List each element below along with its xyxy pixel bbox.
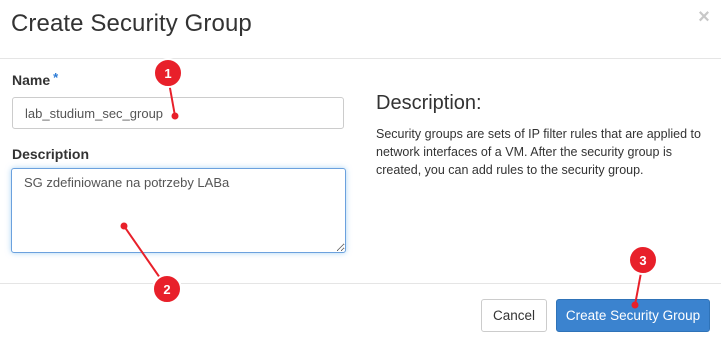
help-text: Security groups are sets of IP filter ru… [376, 127, 701, 177]
help-heading: Description: [376, 92, 482, 114]
description-textarea[interactable]: SG zdefiniowane na potrzeby LABa [11, 168, 346, 253]
description-label: Description [12, 146, 90, 162]
name-input[interactable] [12, 97, 344, 129]
close-icon[interactable]: × [694, 6, 714, 28]
annotation-1-label: 1 [164, 66, 171, 81]
create-security-group-button[interactable]: Create Security Group [556, 299, 710, 332]
name-label-text: Name [12, 72, 51, 88]
cancel-button[interactable]: Cancel [481, 299, 547, 332]
required-marker: * [53, 70, 59, 85]
footer-divider [0, 283, 721, 284]
annotation-2-label: 2 [163, 282, 170, 297]
annotation-3-label: 3 [639, 253, 646, 268]
header-divider [0, 58, 721, 59]
name-label: Name * [12, 70, 59, 88]
modal-title: Create Security Group [11, 10, 252, 37]
